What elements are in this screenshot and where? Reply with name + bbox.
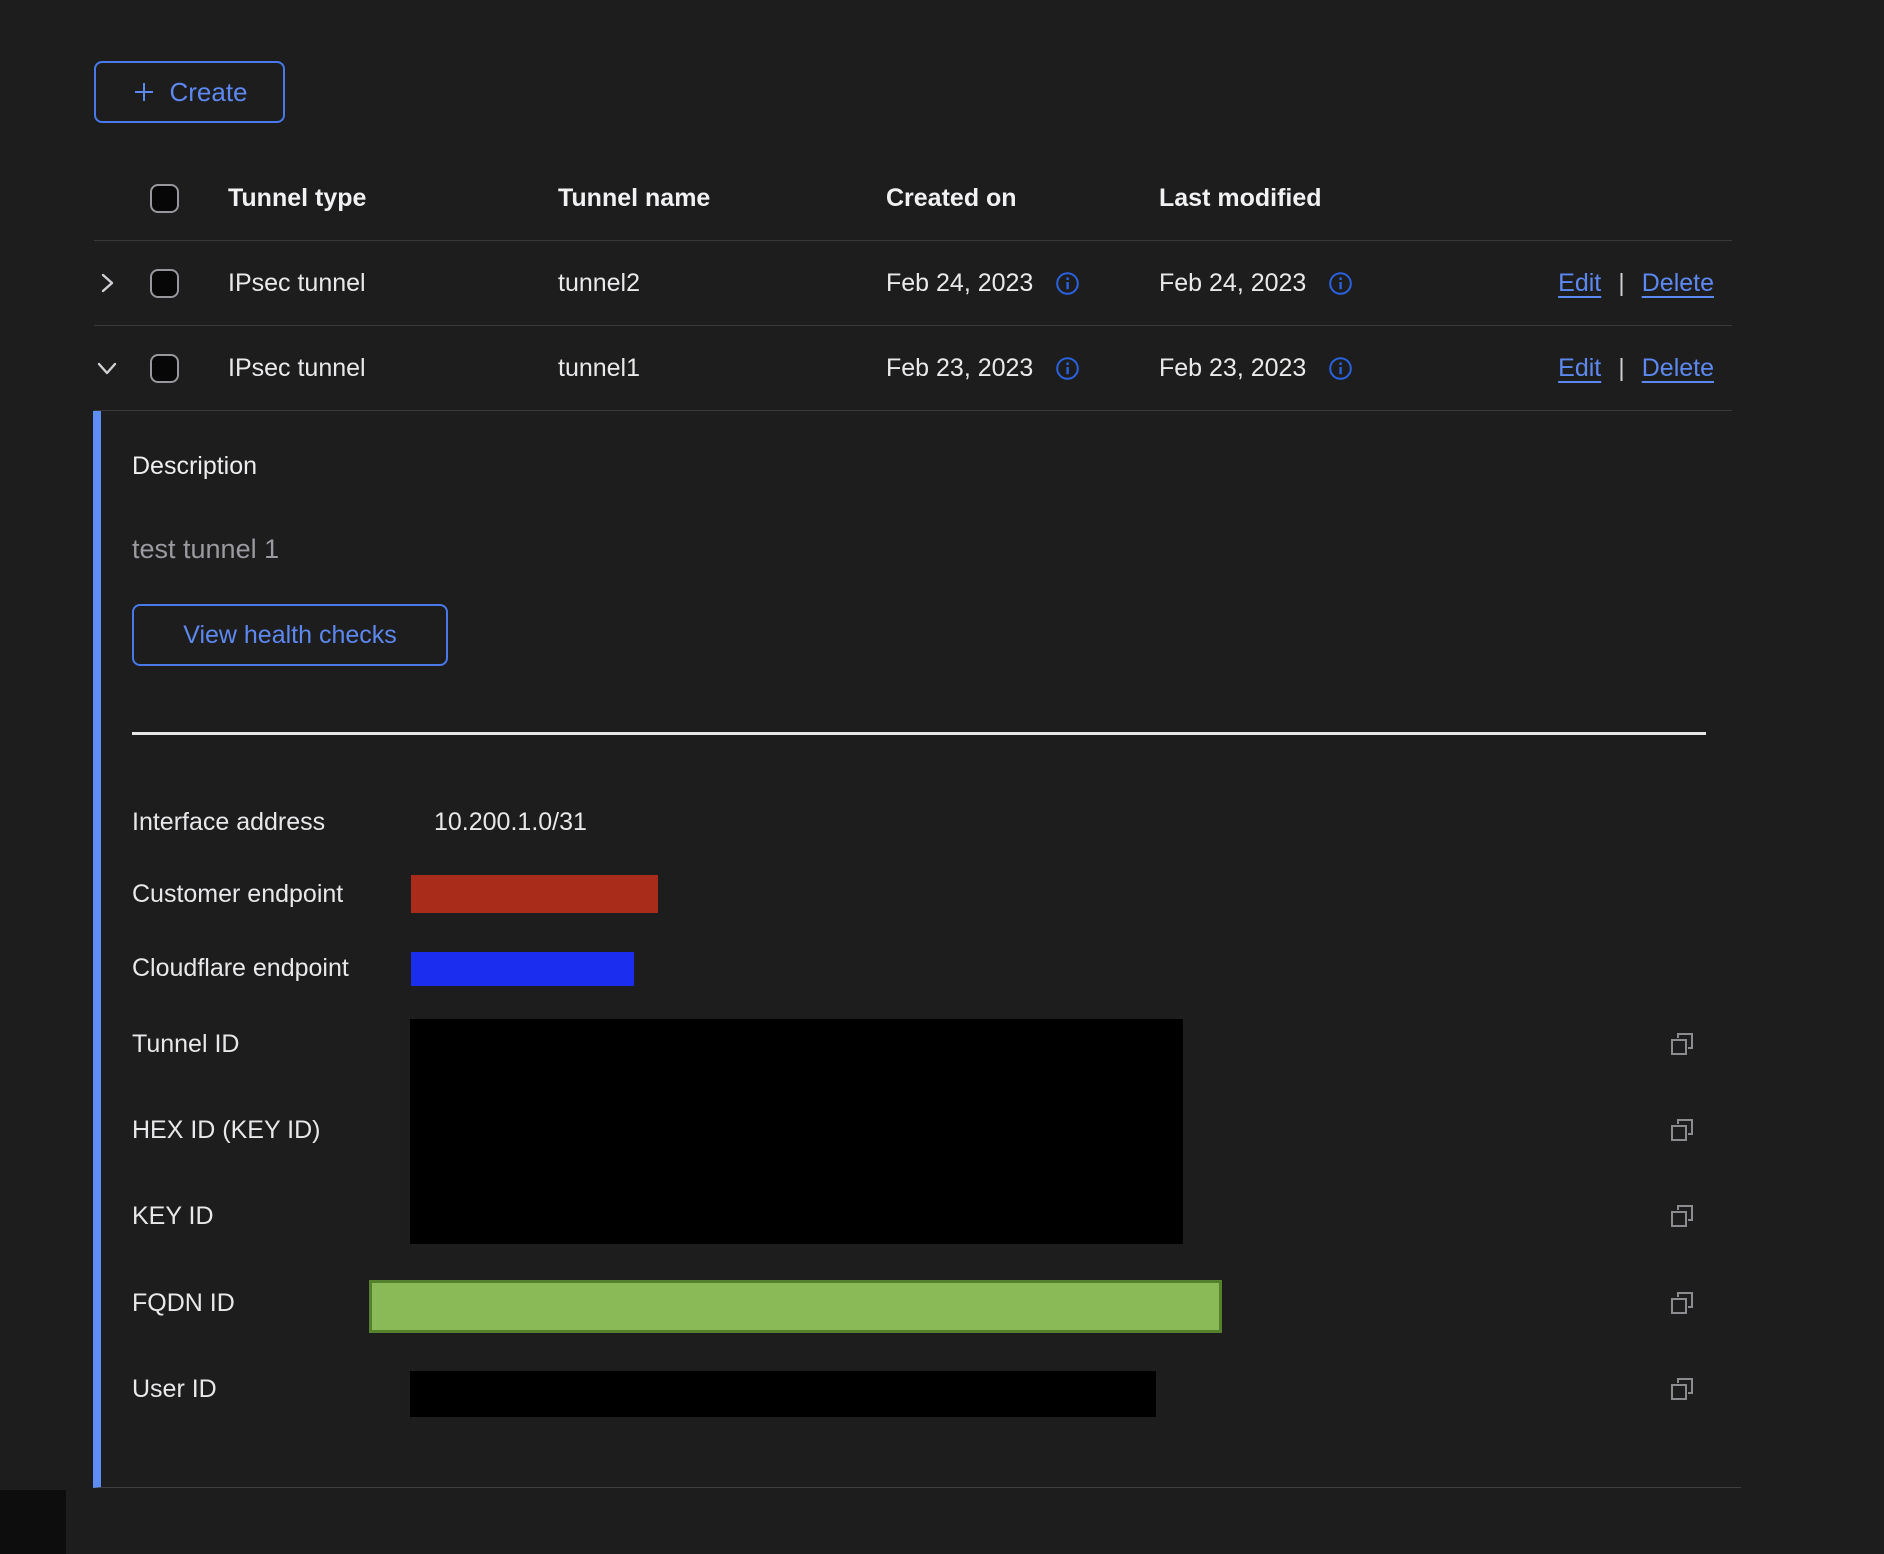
copy-user-id-button[interactable] bbox=[1668, 1375, 1696, 1403]
create-button-label: Create bbox=[169, 77, 247, 108]
last-modified-cell: Feb 24, 2023 bbox=[1159, 269, 1306, 298]
copy-icon bbox=[1668, 1116, 1696, 1144]
header-tunnel-name: Tunnel name bbox=[558, 184, 886, 213]
expanded-detail-panel: Description test tunnel 1 View health ch… bbox=[93, 411, 1741, 1488]
chevron-down-icon bbox=[94, 355, 120, 381]
action-separator: | bbox=[1618, 269, 1625, 298]
plus-icon bbox=[131, 79, 157, 105]
customer-endpoint-label: Customer endpoint bbox=[132, 878, 343, 910]
description-value: test tunnel 1 bbox=[132, 532, 279, 566]
edit-link[interactable]: Edit bbox=[1558, 269, 1601, 298]
copy-icon bbox=[1668, 1030, 1696, 1058]
row-checkbox[interactable] bbox=[150, 269, 179, 298]
fqdn-id-label: FQDN ID bbox=[132, 1287, 235, 1319]
copy-hex-id-button[interactable] bbox=[1668, 1116, 1696, 1144]
delete-link[interactable]: Delete bbox=[1642, 269, 1714, 298]
copy-key-id-button[interactable] bbox=[1668, 1202, 1696, 1230]
collapse-row-button[interactable] bbox=[94, 355, 120, 381]
last-modified-cell: Feb 23, 2023 bbox=[1159, 354, 1306, 383]
copy-fqdn-id-button[interactable] bbox=[1668, 1289, 1696, 1317]
view-health-checks-button[interactable]: View health checks bbox=[132, 604, 448, 666]
tunnel-id-label: Tunnel ID bbox=[132, 1028, 239, 1060]
interface-address-label: Interface address bbox=[132, 806, 325, 838]
header-created-on: Created on bbox=[886, 184, 1159, 213]
create-button[interactable]: Create bbox=[94, 61, 285, 123]
chevron-right-icon bbox=[94, 270, 120, 296]
header-last-modified: Last modified bbox=[1159, 184, 1469, 213]
action-separator: | bbox=[1618, 354, 1625, 383]
info-icon[interactable] bbox=[1328, 356, 1353, 381]
created-on-cell: Feb 23, 2023 bbox=[886, 354, 1033, 383]
tunnels-table: Tunnel type Tunnel name Created on Last … bbox=[94, 156, 1732, 1488]
tunnel-type-cell: IPsec tunnel bbox=[228, 269, 558, 298]
info-icon[interactable] bbox=[1055, 271, 1080, 296]
expand-row-button[interactable] bbox=[94, 270, 120, 296]
row-checkbox[interactable] bbox=[150, 354, 179, 383]
fqdn-id-redaction bbox=[369, 1280, 1222, 1333]
tunnel-name-cell: tunnel1 bbox=[558, 354, 886, 383]
edit-link[interactable]: Edit bbox=[1558, 354, 1601, 383]
ids-redaction-block bbox=[410, 1019, 1183, 1244]
delete-link[interactable]: Delete bbox=[1642, 354, 1714, 383]
header-tunnel-type: Tunnel type bbox=[228, 184, 558, 213]
section-divider bbox=[132, 732, 1706, 735]
customer-endpoint-redaction bbox=[411, 875, 658, 913]
hex-id-label: HEX ID (KEY ID) bbox=[132, 1114, 320, 1146]
copy-icon bbox=[1668, 1289, 1696, 1317]
user-id-redaction bbox=[410, 1371, 1156, 1417]
cloudflare-endpoint-label: Cloudflare endpoint bbox=[132, 952, 349, 984]
description-label: Description bbox=[132, 450, 257, 482]
tunnel-type-cell: IPsec tunnel bbox=[228, 354, 558, 383]
table-row-tunnel2: IPsec tunnel tunnel2 Feb 24, 2023 Feb 24… bbox=[94, 241, 1732, 326]
interface-address-value: 10.200.1.0/31 bbox=[434, 806, 587, 838]
info-icon[interactable] bbox=[1055, 356, 1080, 381]
copy-icon bbox=[1668, 1202, 1696, 1230]
copy-icon bbox=[1668, 1375, 1696, 1403]
select-all-checkbox[interactable] bbox=[150, 184, 179, 213]
key-id-label: KEY ID bbox=[132, 1200, 214, 1232]
info-icon[interactable] bbox=[1328, 271, 1353, 296]
bottom-left-black-square bbox=[0, 1490, 66, 1554]
cloudflare-endpoint-redaction bbox=[411, 952, 634, 986]
created-on-cell: Feb 24, 2023 bbox=[886, 269, 1033, 298]
table-row-tunnel1: IPsec tunnel tunnel1 Feb 23, 2023 Feb 23… bbox=[94, 326, 1732, 411]
user-id-label: User ID bbox=[132, 1373, 217, 1405]
copy-tunnel-id-button[interactable] bbox=[1668, 1030, 1696, 1058]
tunnel-name-cell: tunnel2 bbox=[558, 269, 886, 298]
table-header-row: Tunnel type Tunnel name Created on Last … bbox=[94, 156, 1732, 241]
